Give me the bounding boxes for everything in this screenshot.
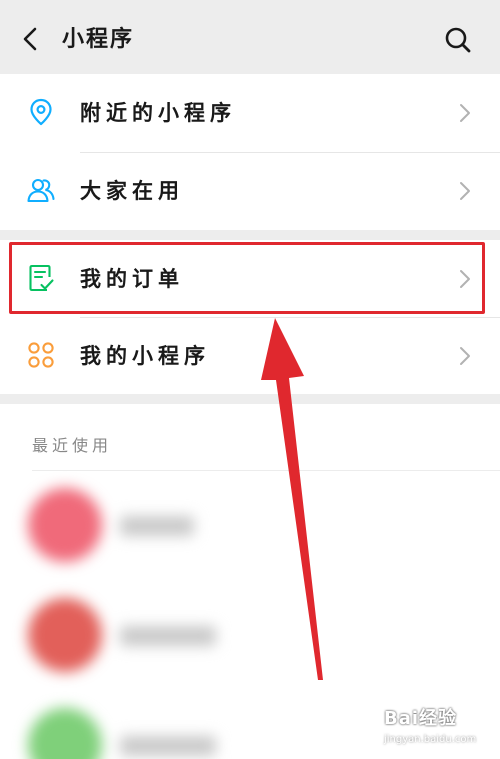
menu-item-label: 附近的小程序 [80, 101, 236, 125]
watermark-url: jingyan.baidu.com [384, 734, 477, 745]
chevron-right-icon [460, 104, 470, 122]
search-icon[interactable] [444, 26, 472, 54]
blurred-app-icon [28, 488, 102, 562]
watermark-brand: Bai经验 [384, 708, 458, 729]
blurred-app-name [120, 736, 216, 756]
divider [32, 470, 500, 471]
chevron-left-icon[interactable] [20, 26, 42, 52]
blurred-app-name [120, 626, 216, 646]
recent-section-title: 最近使用 [32, 436, 113, 455]
chevron-right-icon [460, 182, 470, 200]
blurred-app-icon [28, 708, 102, 759]
people-icon [27, 178, 55, 203]
menu-item-popular[interactable]: 大家在用 [0, 152, 500, 230]
menu-item-label: 大家在用 [80, 179, 184, 203]
page-title: 小程序 [62, 27, 135, 52]
menu-group-discover: 附近的小程序 大家在用 [0, 74, 500, 230]
watermark: Bai经验 jingyan.baidu.com [384, 704, 496, 754]
chevron-right-icon [460, 347, 470, 365]
top-nav-bar: 小程序 [0, 0, 500, 74]
blurred-app-icon [28, 598, 102, 672]
menu-item-nearby-mini-programs[interactable]: 附近的小程序 [0, 74, 500, 152]
grid-circles-icon [28, 342, 54, 368]
blurred-app-name [120, 516, 194, 536]
menu-item-label: 我的小程序 [80, 344, 210, 368]
location-pin-icon [30, 98, 52, 126]
highlight-box [9, 242, 485, 314]
menu-item-my-mini-programs[interactable]: 我的小程序 [0, 317, 500, 395]
